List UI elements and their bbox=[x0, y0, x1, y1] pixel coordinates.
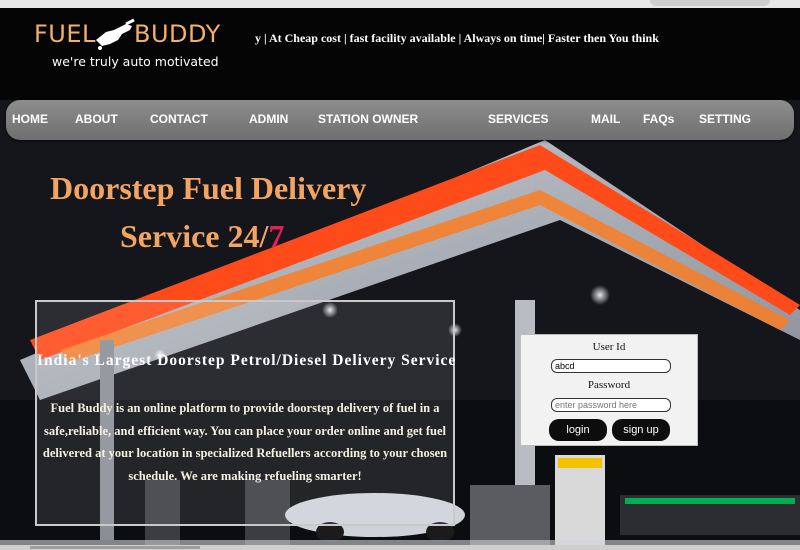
hero-title-line-1: Doorstep Fuel Delivery bbox=[50, 170, 367, 206]
browser-scroll-pill bbox=[650, 0, 770, 6]
logo-text-left: FUEL bbox=[34, 20, 96, 48]
fuel-buddy-logo[interactable]: FUEL BUDDY we're truly auto motivated bbox=[34, 16, 224, 76]
nav-faqs[interactable]: FAQs bbox=[643, 112, 674, 126]
nav-services[interactable]: SERVICES bbox=[488, 112, 548, 126]
nav-contact[interactable]: CONTACT bbox=[150, 112, 208, 126]
logo-text-right: BUDDY bbox=[134, 20, 221, 48]
nav-mail[interactable]: MAIL bbox=[591, 112, 620, 126]
nav-setting[interactable]: SETTING bbox=[699, 112, 751, 126]
info-body: Fuel Buddy is an online platform to prov… bbox=[42, 401, 448, 483]
info-panel: India's Largest Doorstep Petrol/Diesel D… bbox=[35, 300, 455, 526]
horizontal-scrollbar[interactable] bbox=[0, 545, 800, 550]
userid-input[interactable] bbox=[551, 359, 671, 373]
password-input[interactable] bbox=[551, 398, 671, 412]
header: FUEL BUDDY we're truly auto motivated y … bbox=[0, 8, 800, 100]
nav-admin[interactable]: ADMIN bbox=[249, 112, 288, 126]
password-label: Password bbox=[587, 379, 631, 391]
login-button[interactable]: login bbox=[549, 419, 607, 441]
nav-about[interactable]: ABOUT bbox=[75, 112, 118, 126]
fuel-nozzle-icon bbox=[96, 18, 135, 50]
nav-home[interactable]: HOME bbox=[12, 112, 48, 126]
nav-station-owner[interactable]: STATION OWNER bbox=[318, 112, 418, 126]
marquee-text: y | At Cheap cost | fast facility availa… bbox=[255, 31, 659, 45]
info-heading: India's Largest Doorstep Petrol/Diesel D… bbox=[37, 352, 457, 369]
hero-title-accent: 7 bbox=[268, 218, 285, 254]
scrollbar-thumb[interactable] bbox=[30, 546, 200, 549]
login-form: User Id Password login sign up bbox=[520, 334, 698, 446]
main-navbar: HOME ABOUT CONTACT ADMIN STATION OWNER S… bbox=[6, 100, 794, 140]
userid-label: User Id bbox=[592, 341, 626, 353]
hero-title-line-2-text: Service 24/ bbox=[120, 218, 269, 254]
logo-tagline: we're truly auto motivated bbox=[52, 54, 219, 69]
hero-title-line-2: Service 24/7 bbox=[120, 218, 284, 255]
browser-top-strip bbox=[0, 0, 800, 8]
signup-button[interactable]: sign up bbox=[612, 419, 670, 441]
